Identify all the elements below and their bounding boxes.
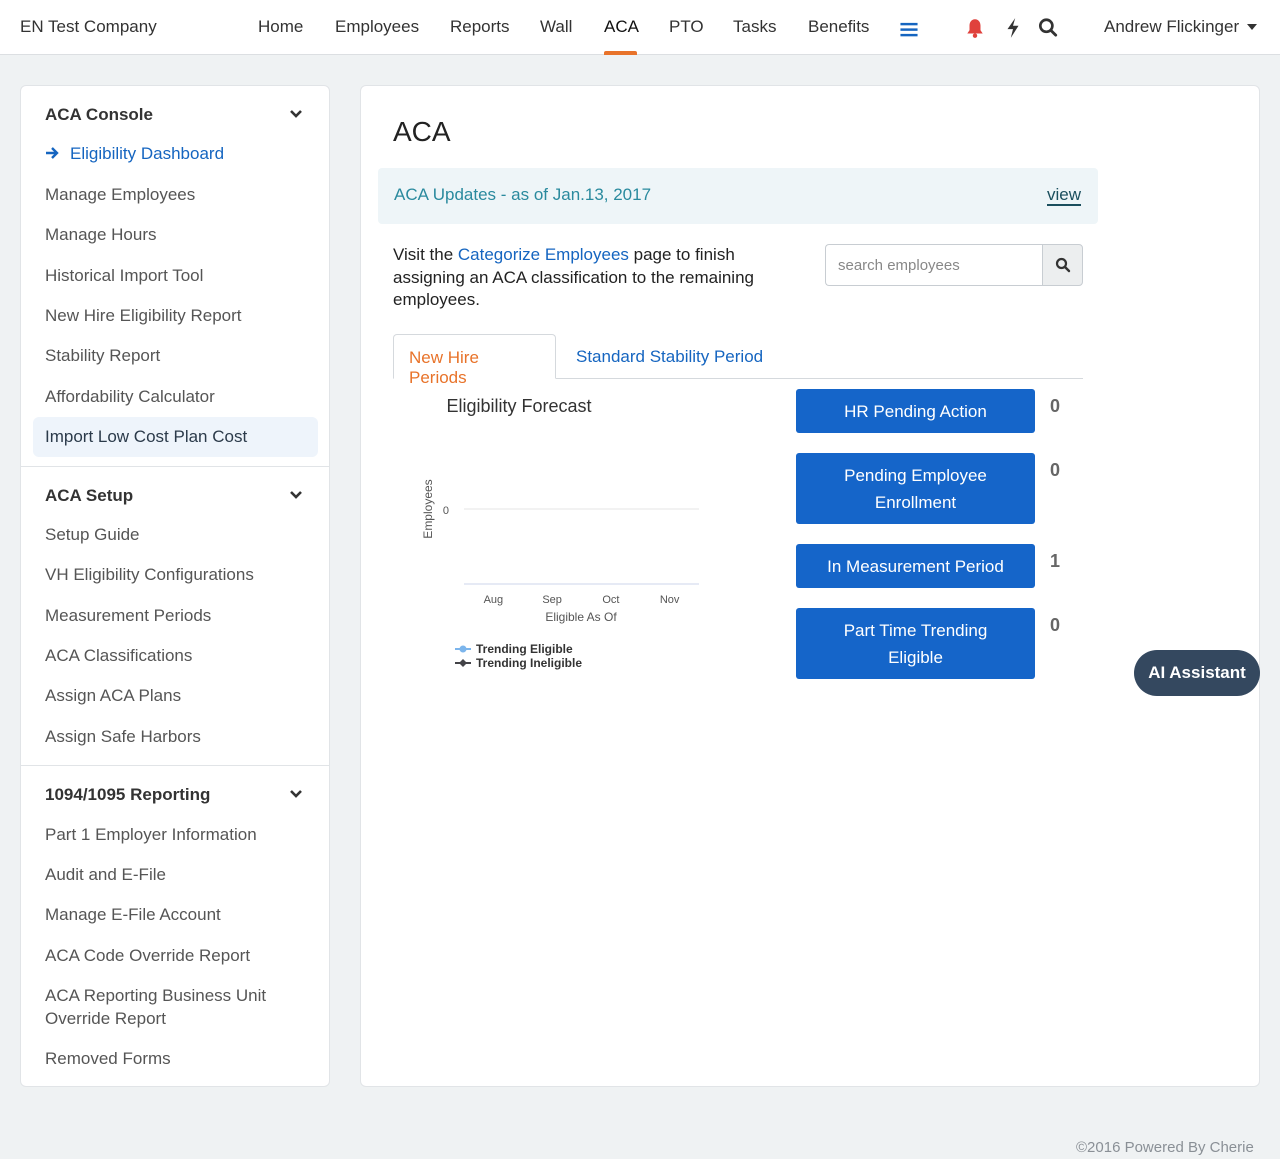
footer-text: ©2016 Powered By Cherie: [1076, 1139, 1254, 1156]
nav-tasks[interactable]: Tasks: [733, 17, 776, 37]
x-tick-label: Sep: [542, 594, 562, 606]
legend-trending-ineligible[interactable]: Trending Ineligible: [476, 656, 582, 670]
sidebar-item-aca-classifications[interactable]: ACA Classifications: [45, 644, 305, 667]
chevron-down-icon[interactable]: [289, 787, 303, 801]
nav-reports[interactable]: Reports: [450, 17, 510, 37]
in-measurement-period-count: 1: [1050, 551, 1061, 571]
legend-trending-eligible[interactable]: Trending Eligible: [476, 642, 573, 656]
notice-prefix: Visit the: [393, 245, 458, 264]
sidebar-item-manage-employees[interactable]: Manage Employees: [45, 183, 305, 206]
sidebar-item-affordability-calculator[interactable]: Affordability Calculator: [45, 385, 305, 408]
chart-title: Eligibility Forecast: [446, 396, 591, 416]
search-button[interactable]: [1042, 244, 1083, 286]
sidebar-item-vh-eligibility-configurations[interactable]: VH Eligibility Configurations: [45, 563, 305, 586]
sidebar-item-manage-hours[interactable]: Manage Hours: [45, 223, 305, 246]
hr-pending-action-count: 0: [1050, 396, 1061, 416]
arrow-right-icon: [46, 147, 59, 159]
user-menu[interactable]: Andrew Flickinger: [1104, 17, 1239, 37]
chevron-down-icon[interactable]: [289, 107, 303, 121]
chevron-down-icon[interactable]: [289, 488, 303, 502]
part-time-trending-eligible-button[interactable]: Part Time Trending Eligible: [796, 608, 1035, 679]
divider: [21, 765, 329, 766]
hr-pending-action-button[interactable]: HR Pending Action: [796, 389, 1035, 433]
pending-employee-enrollment-count: 0: [1050, 460, 1061, 480]
in-measurement-period-button[interactable]: In Measurement Period: [796, 544, 1035, 588]
x-tick-label: Aug: [484, 594, 504, 606]
sidebar-item-audit-and-e-file[interactable]: Audit and E-File: [45, 863, 305, 886]
menu-icon[interactable]: [899, 18, 919, 40]
legend: Trending Eligible Trending Ineligible: [455, 642, 582, 670]
search-icon: [1055, 257, 1071, 273]
nav-benefits[interactable]: Benefits: [808, 17, 869, 37]
sidebar-item-part-1-employer-information[interactable]: Part 1 Employer Information: [45, 823, 305, 846]
sidebar-item-import-low-cost-plan-cost[interactable]: Import Low Cost Plan Cost: [45, 425, 305, 448]
section-aca-console[interactable]: ACA Console: [45, 105, 153, 125]
lightning-icon[interactable]: [1003, 17, 1023, 39]
sidebar-item-eligibility-dashboard[interactable]: Eligibility Dashboard: [70, 142, 330, 165]
divider: [21, 466, 329, 467]
sidebar-item-aca-code-override-report[interactable]: ACA Code Override Report: [45, 944, 305, 967]
chevron-down-icon[interactable]: [1247, 24, 1257, 30]
sidebar-item-manage-e-file-account[interactable]: Manage E-File Account: [45, 903, 305, 926]
x-axis-label: Eligible As Of: [545, 610, 617, 624]
main-panel: ACA ACA Updates - as of Jan.13, 2017 vie…: [360, 85, 1260, 1087]
aca-updates-banner: ACA Updates - as of Jan.13, 2017 view: [378, 168, 1098, 224]
nav-wall[interactable]: Wall: [540, 17, 572, 37]
sidebar-item-new-hire-eligibility-report[interactable]: New Hire Eligibility Report: [45, 304, 305, 327]
section-aca-setup[interactable]: ACA Setup: [45, 486, 133, 506]
ai-assistant-button[interactable]: AI Assistant: [1134, 650, 1260, 696]
eligibility-forecast-chart: Eligibility Forecast Employees 0 Aug Sep O…: [421, 396, 699, 670]
y-axis-label: Employees: [421, 479, 435, 538]
legend-marker-diamond: [459, 659, 467, 667]
nav-employees[interactable]: Employees: [335, 17, 419, 37]
banner-view-link[interactable]: view: [1047, 185, 1082, 206]
sidebar-item-assign-aca-plans[interactable]: Assign ACA Plans: [45, 684, 305, 707]
categorize-employees-link[interactable]: Categorize Employees: [458, 245, 629, 264]
sidebar-item-assign-safe-harbors[interactable]: Assign Safe Harbors: [45, 725, 305, 748]
tab-standard-stability-period[interactable]: Standard Stability Period: [561, 334, 778, 379]
sidebar-item-aca-reporting-business-unit-override-report[interactable]: ACA Reporting Business Unit Override Rep…: [45, 984, 305, 1030]
page-title: ACA: [393, 116, 451, 147]
active-nav-indicator: [604, 51, 637, 55]
legend-marker-dot: [459, 645, 467, 653]
sidebar: ACA Console Eligibility Dashboard Manage…: [20, 85, 330, 1087]
part-time-trending-eligible-count: 0: [1050, 615, 1061, 635]
nav-pto[interactable]: PTO: [669, 17, 704, 37]
categorize-notice: Visit the Categorize Employees page to f…: [393, 244, 783, 312]
nav-home[interactable]: Home: [258, 17, 303, 37]
sidebar-item-stability-report[interactable]: Stability Report: [45, 344, 305, 367]
x-tick-label: Nov: [660, 594, 680, 606]
tab-new-hire-periods[interactable]: New Hire Periods: [393, 334, 556, 387]
search-icon[interactable]: [1038, 17, 1058, 39]
bell-icon[interactable]: [965, 17, 985, 39]
banner-text: ACA Updates - as of Jan.13, 2017: [394, 185, 652, 204]
sidebar-item-removed-forms[interactable]: Removed Forms: [45, 1047, 305, 1070]
search-employees-input[interactable]: [825, 244, 1043, 286]
top-navbar: EN Test Company Home Employees Reports W…: [0, 0, 1280, 55]
sidebar-item-setup-guide[interactable]: Setup Guide: [45, 523, 305, 546]
sidebar-item-historical-import-tool[interactable]: Historical Import Tool: [45, 264, 305, 287]
nav-aca[interactable]: ACA: [604, 17, 639, 37]
pending-employee-enrollment-button[interactable]: Pending Employee Enrollment: [796, 453, 1035, 524]
x-tick-label: Oct: [602, 594, 619, 606]
company-name[interactable]: EN Test Company: [20, 17, 157, 37]
sidebar-item-measurement-periods[interactable]: Measurement Periods: [45, 604, 305, 627]
section-1094-1095-reporting[interactable]: 1094/1095 Reporting: [45, 785, 210, 805]
y-tick-label: 0: [443, 505, 449, 517]
